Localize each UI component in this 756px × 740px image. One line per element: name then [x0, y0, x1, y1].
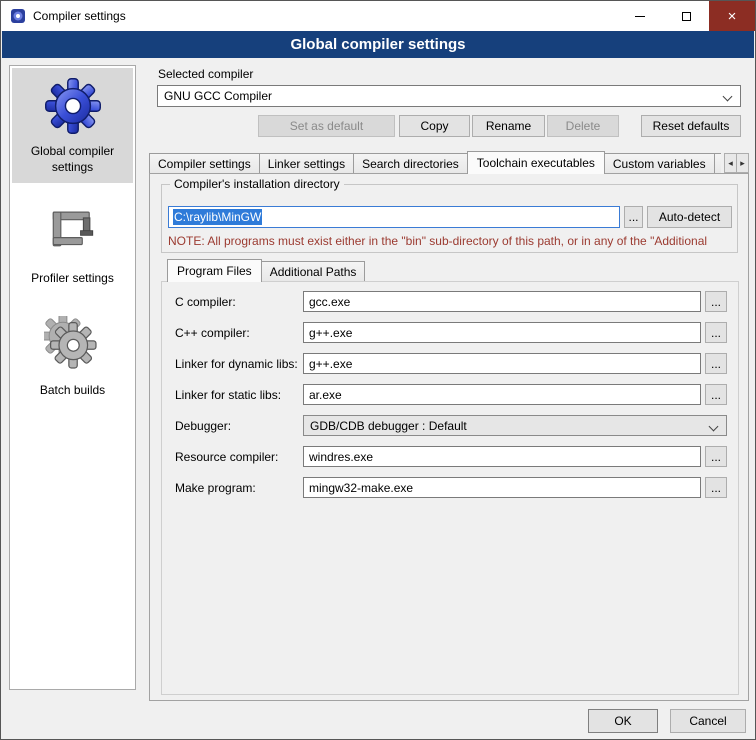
auto-detect-label: Auto-detect — [659, 210, 720, 224]
c-compiler-input[interactable] — [303, 291, 701, 312]
copy-label: Copy — [420, 119, 448, 133]
sidebar-item-label: Batch builds — [40, 383, 105, 399]
dynamic-linker-browse-button[interactable]: ... — [705, 353, 727, 374]
set-as-default-label: Set as default — [290, 119, 363, 133]
selected-compiler-label: Selected compiler — [158, 67, 253, 81]
toolchain-program-rows: C compiler: ... C++ compiler: ... Linker… — [175, 291, 727, 508]
delete-button[interactable]: Delete — [547, 115, 619, 137]
dynamic-linker-row: Linker for dynamic libs: ... — [175, 353, 727, 374]
static-linker-label: Linker for static libs: — [175, 388, 303, 402]
clamp-icon — [44, 204, 102, 262]
program-files-tabs: Program Files Additional Paths — [167, 259, 727, 282]
cpp-compiler-label: C++ compiler: — [175, 326, 303, 340]
minimize-icon — [635, 16, 645, 17]
c-compiler-browse-button[interactable]: ... — [705, 291, 727, 312]
c-compiler-row: C compiler: ... — [175, 291, 727, 312]
tab-custom-variables[interactable]: Custom variables — [604, 153, 715, 173]
tab-build-options[interactable]: Build — [714, 153, 721, 173]
reset-defaults-button[interactable]: Reset defaults — [641, 115, 741, 137]
minimize-button[interactable] — [617, 1, 663, 31]
rename-button[interactable]: Rename — [472, 115, 545, 137]
static-linker-browse-button[interactable]: ... — [705, 384, 727, 405]
title-bar: Compiler settings × — [1, 1, 755, 31]
tab-scroll-right-button[interactable]: ▸ — [736, 153, 749, 173]
close-button[interactable]: × — [709, 1, 755, 31]
installation-directory-group-title: Compiler's installation directory — [170, 177, 344, 191]
window-title: Compiler settings — [33, 9, 126, 23]
debugger-value: GDB/CDB debugger : Default — [310, 419, 467, 433]
debugger-row: Debugger: GDB/CDB debugger : Default — [175, 415, 727, 436]
tab-toolchain-executables[interactable]: Toolchain executables — [467, 151, 605, 174]
dynamic-linker-input[interactable] — [303, 353, 701, 374]
app-icon — [10, 8, 26, 24]
window-controls: × — [617, 1, 755, 31]
make-program-label: Make program: — [175, 481, 303, 495]
debugger-label: Debugger: — [175, 419, 303, 433]
ok-label: OK — [614, 714, 631, 728]
install-dir-value: C:\raylib\MinGW — [173, 209, 262, 225]
close-icon: × — [728, 8, 737, 25]
selected-compiler-value: GNU GCC Compiler — [164, 89, 272, 103]
maximize-icon — [682, 12, 691, 21]
scroll-right-icon: ▸ — [740, 158, 745, 169]
compiler-settings-dialog: Compiler settings × Global compiler sett… — [0, 0, 756, 740]
cancel-label: Cancel — [689, 714, 726, 728]
cpp-compiler-row: C++ compiler: ... — [175, 322, 727, 343]
dialog-header: Global compiler settings — [2, 31, 754, 58]
bin-subdirectory-note: NOTE: All programs must exist either in … — [168, 234, 736, 248]
compiler-settings-tabs: Compiler settings Linker settings Search… — [149, 151, 721, 174]
dropdown-arrow-icon — [723, 92, 733, 102]
resource-compiler-browse-button[interactable]: ... — [705, 446, 727, 467]
static-linker-row: Linker for static libs: ... — [175, 384, 727, 405]
make-program-browse-button[interactable]: ... — [705, 477, 727, 498]
dynamic-linker-label: Linker for dynamic libs: — [175, 357, 303, 371]
reset-defaults-label: Reset defaults — [653, 119, 730, 133]
sidebar-item-batch-builds[interactable]: Batch builds — [12, 307, 133, 407]
sidebar-item-label: Global compiler settings — [14, 144, 131, 175]
c-compiler-label: C compiler: — [175, 295, 303, 309]
make-program-input[interactable] — [303, 477, 701, 498]
debugger-dropdown[interactable]: GDB/CDB debugger : Default — [303, 415, 727, 436]
delete-label: Delete — [566, 119, 601, 133]
selected-compiler-dropdown[interactable]: GNU GCC Compiler — [157, 85, 741, 107]
cpp-compiler-input[interactable] — [303, 322, 701, 343]
cpp-compiler-browse-button[interactable]: ... — [705, 322, 727, 343]
settings-category-list: Global compiler settings Profiler settin… — [9, 65, 136, 690]
tab-linker-settings[interactable]: Linker settings — [259, 153, 354, 173]
resource-compiler-label: Resource compiler: — [175, 450, 303, 464]
tab-compiler-settings[interactable]: Compiler settings — [149, 153, 260, 173]
set-as-default-button[interactable]: Set as default — [258, 115, 395, 137]
copy-button[interactable]: Copy — [399, 115, 470, 137]
ok-button[interactable]: OK — [588, 709, 658, 733]
tab-scroll-buttons: ◂ ▸ — [725, 153, 749, 173]
static-linker-input[interactable] — [303, 384, 701, 405]
dialog-header-title: Global compiler settings — [290, 36, 465, 53]
install-dir-input[interactable]: C:\raylib\MinGW — [168, 206, 620, 228]
sidebar-item-global-compiler-settings[interactable]: Global compiler settings — [12, 68, 133, 183]
gray-gear-icon — [44, 316, 102, 374]
scroll-left-icon: ◂ — [728, 158, 733, 169]
maximize-button[interactable] — [663, 1, 709, 31]
tab-additional-paths[interactable]: Additional Paths — [261, 261, 366, 281]
tab-program-files[interactable]: Program Files — [167, 259, 262, 282]
blue-gear-icon — [44, 77, 102, 135]
make-program-row: Make program: ... — [175, 477, 727, 498]
cancel-button[interactable]: Cancel — [670, 709, 746, 733]
tab-search-directories[interactable]: Search directories — [353, 153, 468, 173]
browse-install-dir-button[interactable]: ... — [624, 206, 643, 228]
dropdown-arrow-icon — [709, 422, 719, 432]
resource-compiler-row: Resource compiler: ... — [175, 446, 727, 467]
auto-detect-button[interactable]: Auto-detect — [647, 206, 732, 228]
resource-compiler-input[interactable] — [303, 446, 701, 467]
rename-label: Rename — [486, 119, 531, 133]
sidebar-item-profiler-settings[interactable]: Profiler settings — [12, 195, 133, 295]
sidebar-item-label: Profiler settings — [31, 271, 114, 287]
